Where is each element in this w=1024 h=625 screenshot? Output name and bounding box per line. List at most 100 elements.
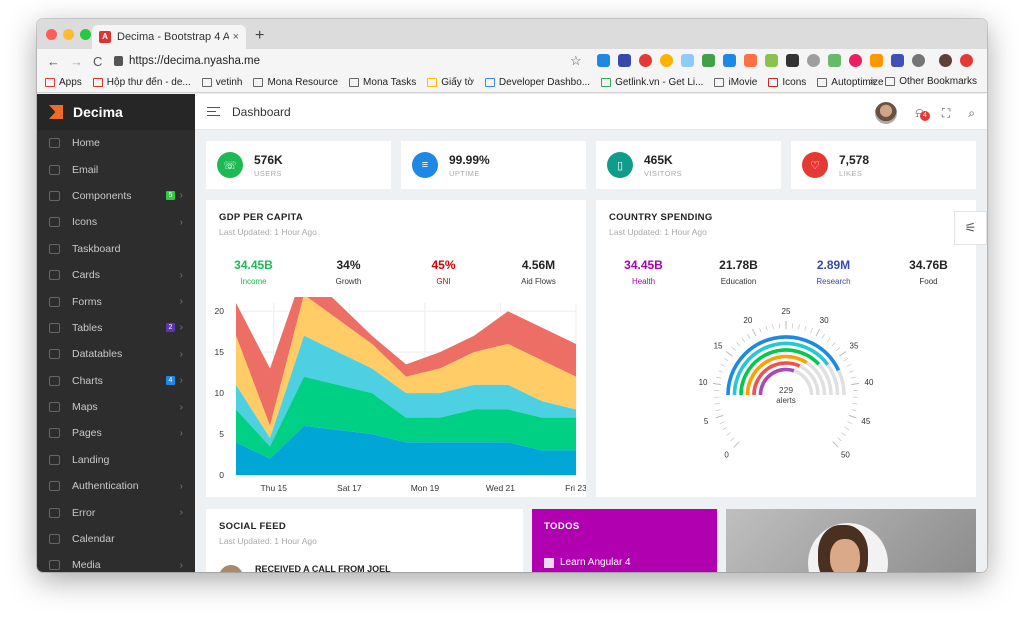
sidebar-item-components[interactable]: Components 5 › bbox=[37, 183, 195, 209]
sidebar-item-forms[interactable]: Forms › bbox=[37, 288, 195, 314]
extension-icon[interactable] bbox=[660, 54, 673, 67]
folder-icon bbox=[885, 77, 896, 86]
bookmark-item[interactable]: Icons bbox=[768, 77, 806, 88]
sidebar-item-maps[interactable]: Maps › bbox=[37, 394, 195, 420]
kpi-label: GNI bbox=[436, 277, 451, 286]
bookmark-item[interactable]: Mona Tasks bbox=[349, 77, 416, 88]
menu-icon[interactable] bbox=[207, 107, 220, 116]
gauge-tick bbox=[765, 325, 768, 331]
extension-icon[interactable] bbox=[807, 54, 820, 67]
new-tab-button[interactable]: + bbox=[255, 27, 264, 45]
notification-icon[interactable]: ⍾ 4 bbox=[915, 105, 930, 121]
sidebar-item-authentication[interactable]: Authentication › bbox=[37, 473, 195, 499]
bookmark-item[interactable]: Developer Dashbo... bbox=[484, 77, 590, 88]
gauge-tick-label: 5 bbox=[704, 417, 709, 426]
kpi-value: 34.76B bbox=[909, 258, 948, 272]
sidebar-item-home[interactable]: Home bbox=[37, 130, 195, 156]
sidebar-item-error[interactable]: Error › bbox=[37, 499, 195, 525]
chevron-right-icon: › bbox=[179, 507, 183, 519]
sidebar-item-charts[interactable]: Charts 4 › bbox=[37, 368, 195, 394]
gauge-tick bbox=[720, 364, 726, 367]
panel-title: COUNTRY SPENDING bbox=[609, 212, 713, 223]
gauge-tick bbox=[714, 403, 720, 405]
extension-icon[interactable] bbox=[828, 54, 841, 67]
sidebar-item-tables[interactable]: Tables 2 › bbox=[37, 315, 195, 341]
gauge-tick bbox=[852, 403, 858, 405]
sidebar-item-label: Cards bbox=[72, 269, 101, 282]
brand[interactable]: Decima bbox=[37, 94, 195, 130]
sidebar-item-taskboard[interactable]: Taskboard bbox=[37, 236, 195, 262]
extension-icon[interactable] bbox=[639, 54, 652, 67]
bookmark-item[interactable]: Mona Resource bbox=[253, 77, 338, 88]
extension-icon[interactable] bbox=[765, 54, 778, 67]
sidebar-item-datatables[interactable]: Datatables › bbox=[37, 341, 195, 367]
forms-icon bbox=[49, 296, 60, 307]
bookmark-item[interactable]: vetinh bbox=[201, 77, 242, 88]
social-feed-panel: SOCIAL FEED Last Updated: 1 Hour Ago REC… bbox=[206, 509, 523, 572]
extension-icon[interactable] bbox=[891, 54, 904, 67]
search-icon[interactable]: ⌕ bbox=[968, 106, 975, 121]
sidebar-item-label: Forms bbox=[72, 295, 102, 308]
extension-icon[interactable] bbox=[597, 54, 610, 67]
more-bookmarks-icon[interactable]: » bbox=[870, 76, 876, 87]
gauge-tick bbox=[837, 437, 842, 442]
back-icon[interactable]: ← bbox=[47, 54, 60, 69]
kpi: 2.89M Research bbox=[786, 258, 881, 286]
authentication-icon bbox=[49, 481, 60, 492]
sidebar-item-media[interactable]: Media › bbox=[37, 552, 195, 572]
bookmark-star-icon[interactable]: ☆ bbox=[570, 53, 582, 69]
extension-icon[interactable] bbox=[960, 54, 973, 67]
sidebar-item-email[interactable]: Email bbox=[37, 156, 195, 182]
kpi: 21.78B Education bbox=[691, 258, 786, 286]
bookmark-item[interactable]: Hộp thư đến - de... bbox=[92, 77, 191, 88]
reload-icon[interactable]: C bbox=[93, 54, 102, 69]
forward-icon[interactable]: → bbox=[70, 54, 83, 69]
minimize-window-button[interactable] bbox=[63, 29, 74, 40]
bookmarks-bar: Apps Hộp thư đến - de... vetinh Mona Res… bbox=[37, 73, 987, 93]
zoom-window-button[interactable] bbox=[80, 29, 91, 40]
close-window-button[interactable] bbox=[46, 29, 57, 40]
sidebar-item-pages[interactable]: Pages › bbox=[37, 420, 195, 446]
fullscreen-icon[interactable]: ⛶ bbox=[942, 106, 950, 121]
extension-icon[interactable] bbox=[702, 54, 715, 67]
todo-checkbox[interactable] bbox=[544, 557, 554, 568]
profile-icon[interactable] bbox=[939, 54, 952, 67]
extension-icon[interactable] bbox=[681, 54, 694, 67]
todo-item[interactable]: Learn Angular 4 bbox=[544, 557, 631, 568]
browser-tab[interactable]: A Decima - Bootstrap 4 Angular × bbox=[92, 25, 246, 49]
sidebar-item-calendar[interactable]: Calendar bbox=[37, 526, 195, 552]
avatar[interactable] bbox=[875, 102, 898, 124]
url-field[interactable]: https://decima.nyasha.me bbox=[114, 52, 584, 70]
extension-icon[interactable] bbox=[723, 54, 736, 67]
extension-icon[interactable] bbox=[912, 54, 925, 67]
feed-item[interactable]: RECEIVED A CALL FROM JOEL bbox=[255, 564, 391, 572]
sidebar-badge: 5 bbox=[166, 191, 175, 201]
chevron-right-icon: › bbox=[179, 216, 183, 228]
close-tab-icon[interactable]: × bbox=[233, 31, 239, 43]
extension-icon[interactable] bbox=[849, 54, 862, 67]
kpi-label: Health bbox=[631, 277, 656, 286]
sidebar-item-icons[interactable]: Icons › bbox=[37, 209, 195, 235]
bookmark-item[interactable]: iMovie bbox=[714, 77, 757, 88]
bookmark-item[interactable]: Giấy tờ bbox=[427, 77, 474, 88]
sidebar-item-label: Taskboard bbox=[72, 242, 121, 255]
folder-icon bbox=[253, 78, 264, 87]
extension-icon[interactable] bbox=[744, 54, 757, 67]
gauge-tick bbox=[741, 337, 746, 343]
other-bookmarks[interactable]: Other Bookmarks bbox=[899, 76, 977, 87]
y-tick-label: 20 bbox=[215, 306, 225, 316]
sidebar-item-cards[interactable]: Cards › bbox=[37, 262, 195, 288]
settings-sliders-icon[interactable]: ⚟ bbox=[954, 211, 987, 245]
extension-icon[interactable] bbox=[786, 54, 799, 67]
gauge-tick bbox=[747, 334, 751, 339]
gauge-tick bbox=[815, 328, 821, 337]
extension-icon[interactable] bbox=[870, 54, 883, 67]
bookmark-item[interactable]: Apps bbox=[45, 77, 82, 88]
bookmark-item[interactable]: Getlink.vn - Get Li... bbox=[601, 77, 703, 88]
sidebar-badge: 2 bbox=[166, 323, 175, 333]
extension-icon[interactable] bbox=[618, 54, 631, 67]
stat-label: LIKES bbox=[839, 168, 863, 178]
sidebar-item-landing[interactable]: Landing bbox=[37, 447, 195, 473]
gauge-tick bbox=[831, 342, 836, 347]
chevron-right-icon: › bbox=[179, 401, 183, 413]
